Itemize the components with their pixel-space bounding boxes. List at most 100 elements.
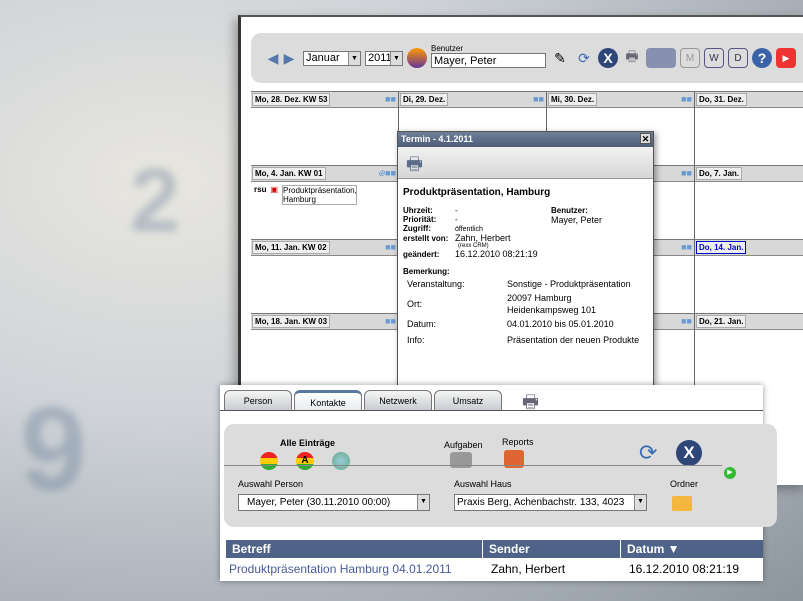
value: Mayer, Peter bbox=[551, 215, 603, 225]
detail-value: 04.01.2010 bis 05.01.2010 bbox=[507, 319, 614, 329]
a-filter-icon[interactable]: A bbox=[296, 452, 314, 470]
day-label: Mi, 30. Dez. bbox=[548, 93, 598, 106]
table-header: Betreff Sender Datum ▼ bbox=[226, 540, 763, 558]
label: Zugriff: bbox=[403, 224, 431, 233]
value: - bbox=[455, 215, 458, 224]
chevron-down-icon: ▼ bbox=[634, 495, 646, 510]
event-title[interactable]: Produktpräsentation, Hamburg bbox=[282, 185, 358, 205]
event-icon: ▣ bbox=[270, 185, 279, 194]
day-cell[interactable]: Mo, 18. Jan. KW 03 ■■ bbox=[251, 314, 399, 387]
add-entry-icon[interactable]: ⊕■■ bbox=[378, 168, 396, 179]
add-entry-icon[interactable]: ■■ bbox=[385, 94, 396, 104]
detail-value: Heidenkampsweg 101 bbox=[507, 305, 597, 315]
add-entry-icon[interactable]: ■■ bbox=[681, 316, 692, 326]
popup-title: Termin - 4.1.2011 bbox=[401, 134, 473, 144]
close-icon[interactable]: ✕ bbox=[640, 133, 651, 144]
refresh-icon[interactable]: ⟳ bbox=[639, 440, 657, 466]
filter-panel: Alle Einträge A Aufgaben Reports ⟳ X ▶ A… bbox=[224, 424, 777, 527]
detail-value: Präsentation der neuen Produkte bbox=[507, 335, 640, 345]
add-entry-icon[interactable]: ■■ bbox=[681, 94, 692, 104]
print-icon[interactable]: 🖶 bbox=[522, 390, 539, 420]
day-view-icon[interactable]: D bbox=[728, 48, 748, 68]
day-cell[interactable]: Mo, 11. Jan. KW 02 ■■ bbox=[251, 240, 399, 313]
add-entry-icon[interactable]: ■■ bbox=[385, 316, 396, 326]
value: öffentlich bbox=[455, 226, 483, 233]
detail-key: Veranstaltung: bbox=[407, 279, 465, 289]
day-cell[interactable]: Do, 31. Dez. bbox=[695, 92, 803, 165]
week-view-icon[interactable]: W bbox=[704, 48, 724, 68]
traffic-light-icon[interactable] bbox=[260, 452, 278, 470]
refresh-icon[interactable]: ⟳ bbox=[574, 48, 594, 68]
calendar-event[interactable]: rsu ▣ Produktpräsentation, Hamburg bbox=[251, 182, 398, 208]
label: geändert: bbox=[403, 250, 440, 259]
person-value: Mayer, Peter (30.11.2010 00:00) bbox=[247, 497, 391, 508]
day-label: Do, 21. Jan. bbox=[696, 315, 747, 328]
appointment-heading: Produktpräsentation, Hamburg bbox=[403, 187, 551, 198]
detail-value: Sonstige - Produktpräsentation bbox=[507, 279, 631, 289]
subject-link[interactable]: Produktpräsentation Hamburg 04.01.2011 bbox=[226, 558, 483, 580]
day-label: Di, 29. Dez. bbox=[400, 93, 449, 106]
popup-titlebar: Termin - 4.1.2011 ✕ bbox=[398, 132, 653, 147]
day-cell[interactable]: Mo, 28. Dez. KW 53 ■■ bbox=[251, 92, 399, 165]
next-icon[interactable]: ▶ bbox=[724, 467, 736, 479]
day-label: Do, 31. Dez. bbox=[696, 93, 747, 106]
day-label: Mo, 18. Jan. KW 03 bbox=[252, 315, 331, 328]
folder-icon[interactable] bbox=[672, 496, 692, 511]
person-select[interactable]: Mayer, Peter (30.11.2010 00:00) ▼ bbox=[238, 494, 430, 511]
folder-label: Ordner bbox=[670, 479, 699, 489]
detail-key: Ort: bbox=[407, 299, 422, 309]
add-entry-icon[interactable]: ■■ bbox=[385, 242, 396, 252]
print-list-icon[interactable] bbox=[646, 48, 676, 68]
add-entry-icon[interactable]: ■■ bbox=[533, 94, 544, 104]
month-select[interactable]: Januar ▼ bbox=[303, 50, 361, 66]
contacts-table: Betreff Sender Datum ▼ Produktpräsentati… bbox=[226, 540, 763, 580]
tab-umsatz[interactable]: Umsatz bbox=[434, 390, 502, 410]
detail-key: Datum: bbox=[407, 319, 437, 329]
column-betreff[interactable]: Betreff bbox=[226, 540, 483, 558]
day-label-today: Do, 14. Jan. bbox=[696, 241, 747, 254]
label: Priorität: bbox=[403, 215, 437, 224]
day-label: Mo, 4. Jan. KW 01 bbox=[252, 167, 326, 180]
year-value: 2011 bbox=[368, 52, 392, 64]
help-icon[interactable]: ? bbox=[752, 48, 772, 68]
globe-icon[interactable] bbox=[332, 452, 350, 470]
table-row[interactable]: Produktpräsentation Hamburg 04.01.2011 Z… bbox=[226, 558, 763, 580]
value: 16.12.2010 08:21:19 bbox=[455, 249, 538, 259]
date-cell: 16.12.2010 08:21:19 bbox=[629, 562, 740, 576]
label: Benutzer: bbox=[551, 206, 588, 215]
user-input[interactable]: Mayer, Peter bbox=[431, 53, 546, 68]
print-icon[interactable]: 🖶 bbox=[622, 48, 642, 68]
day-cell[interactable]: Mo, 4. Jan. KW 01 ⊕■■ rsu ▣ Produktpräsenta… bbox=[251, 166, 399, 239]
tasks-label[interactable]: Aufgaben bbox=[444, 440, 483, 450]
print-icon[interactable]: 🖶 bbox=[406, 154, 423, 174]
column-datum[interactable]: Datum ▼ bbox=[621, 540, 680, 558]
reports-label[interactable]: Reports bbox=[502, 437, 534, 447]
day-cell[interactable]: Do, 7. Jan. bbox=[695, 166, 803, 239]
exit-icon[interactable]: ▶ bbox=[776, 48, 796, 68]
value: - bbox=[455, 206, 458, 215]
users-icon[interactable] bbox=[407, 48, 427, 68]
next-month-icon[interactable]: ▶ bbox=[279, 48, 299, 68]
close-icon[interactable]: X bbox=[676, 440, 702, 466]
tab-netzwerk[interactable]: Netzwerk bbox=[364, 390, 432, 410]
chevron-down-icon: ▼ bbox=[390, 51, 402, 65]
tab-person[interactable]: Person bbox=[224, 390, 292, 410]
day-label: Mo, 28. Dez. KW 53 bbox=[252, 93, 331, 106]
house-select[interactable]: Praxis Berg, Achenbachstr. 133, 4023 ▼ bbox=[454, 494, 647, 511]
appointment-popup: Termin - 4.1.2011 ✕ 🖶 Produktpräsentation… bbox=[397, 131, 654, 386]
label: Uhrzeit: bbox=[403, 206, 433, 215]
tab-kontakte[interactable]: Kontakte bbox=[294, 390, 362, 410]
close-icon[interactable]: X bbox=[598, 48, 618, 68]
add-entry-icon[interactable]: ■■ bbox=[681, 242, 692, 252]
month-value: Januar bbox=[306, 52, 340, 64]
wand-icon[interactable]: ✎ bbox=[550, 48, 570, 68]
detail-key: Info: bbox=[407, 335, 425, 345]
day-cell[interactable]: Do, 21. Jan. bbox=[695, 314, 803, 387]
year-select[interactable]: 2011 ▼ bbox=[365, 50, 403, 66]
add-entry-icon[interactable]: ■■ bbox=[681, 168, 692, 178]
column-sender[interactable]: Sender bbox=[483, 540, 621, 558]
day-cell[interactable]: Do, 14. Jan. bbox=[695, 240, 803, 313]
contacts-panel: Person Kontakte Netzwerk Umsatz 🖶 Alle E… bbox=[220, 385, 777, 581]
month-view-icon[interactable]: M bbox=[680, 48, 700, 68]
user-label: Benutzer bbox=[431, 44, 464, 53]
